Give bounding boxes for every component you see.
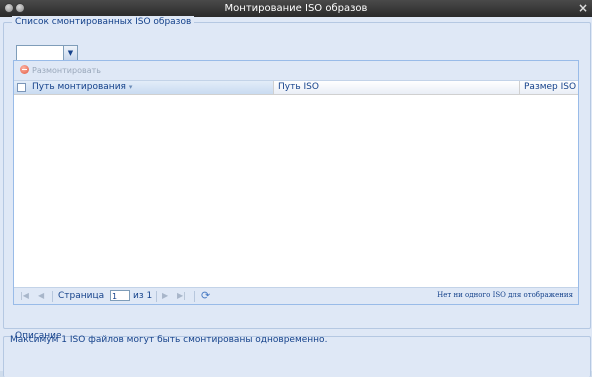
window-title: Монтирование ISO образов <box>224 3 368 14</box>
column-label: Размер ISO <box>524 82 577 92</box>
pager-separator <box>194 291 195 302</box>
column-header-iso-path[interactable]: Путь ISO <box>274 81 520 94</box>
prev-page-icon[interactable]: ◀ <box>38 290 44 302</box>
window-control-icon[interactable] <box>15 3 25 13</box>
pager-separator <box>52 291 53 302</box>
close-icon[interactable]: × <box>578 1 588 15</box>
refresh-icon[interactable]: ⟳ <box>201 289 210 303</box>
grid-body <box>14 95 578 287</box>
column-label: Путь ISO <box>278 82 319 92</box>
last-page-icon[interactable]: ▶| <box>177 290 186 302</box>
iso-select[interactable]: ▼ <box>16 45 78 61</box>
mounted-iso-section: Список смонтированных ISO образов ▼ Разм… <box>3 16 591 329</box>
page-input[interactable]: 1 <box>110 290 130 301</box>
window-body: Список смонтированных ISO образов ▼ Разм… <box>0 16 592 377</box>
description-text: Максимум 1 ISO файлов могут быть смонтир… <box>10 335 328 345</box>
section-legend: Список смонтированных ISO образов <box>12 16 195 28</box>
unmount-label: Размонтировать <box>32 66 101 75</box>
unmount-button[interactable]: Размонтировать <box>20 65 101 76</box>
chevron-down-icon[interactable]: ▼ <box>63 46 77 60</box>
page-of-label: из 1 <box>133 291 153 301</box>
column-header-iso-size[interactable]: Размер ISO <box>520 81 578 94</box>
next-page-icon[interactable]: ▶ <box>162 290 168 302</box>
title-bar: Монтирование ISO образов × <box>0 0 592 17</box>
first-page-icon[interactable]: |◀ <box>20 290 29 302</box>
grid-pager: |◀ ◀ Страница 1 из 1 ▶ ▶| ⟳ Нет ни одног… <box>14 287 578 304</box>
grid-header: Путь монтирования ▾ Путь ISO Размер ISO <box>14 81 578 95</box>
column-header-mount-path[interactable]: Путь монтирования ▾ <box>14 81 274 94</box>
window-control-icon[interactable] <box>4 3 14 13</box>
sort-arrow-icon: ▾ <box>128 83 133 91</box>
pager-separator <box>156 291 157 302</box>
grid-toolbar: Размонтировать <box>14 61 578 81</box>
page-label: Страница <box>58 291 105 301</box>
pager-empty-message: Нет ни одного ISO для отображения <box>437 291 573 299</box>
remove-circle-icon <box>20 65 29 74</box>
mounted-grid: Размонтировать Путь монтирования ▾ Путь … <box>13 60 579 305</box>
select-all-checkbox[interactable] <box>17 83 26 92</box>
column-label: Путь монтирования <box>32 82 126 92</box>
